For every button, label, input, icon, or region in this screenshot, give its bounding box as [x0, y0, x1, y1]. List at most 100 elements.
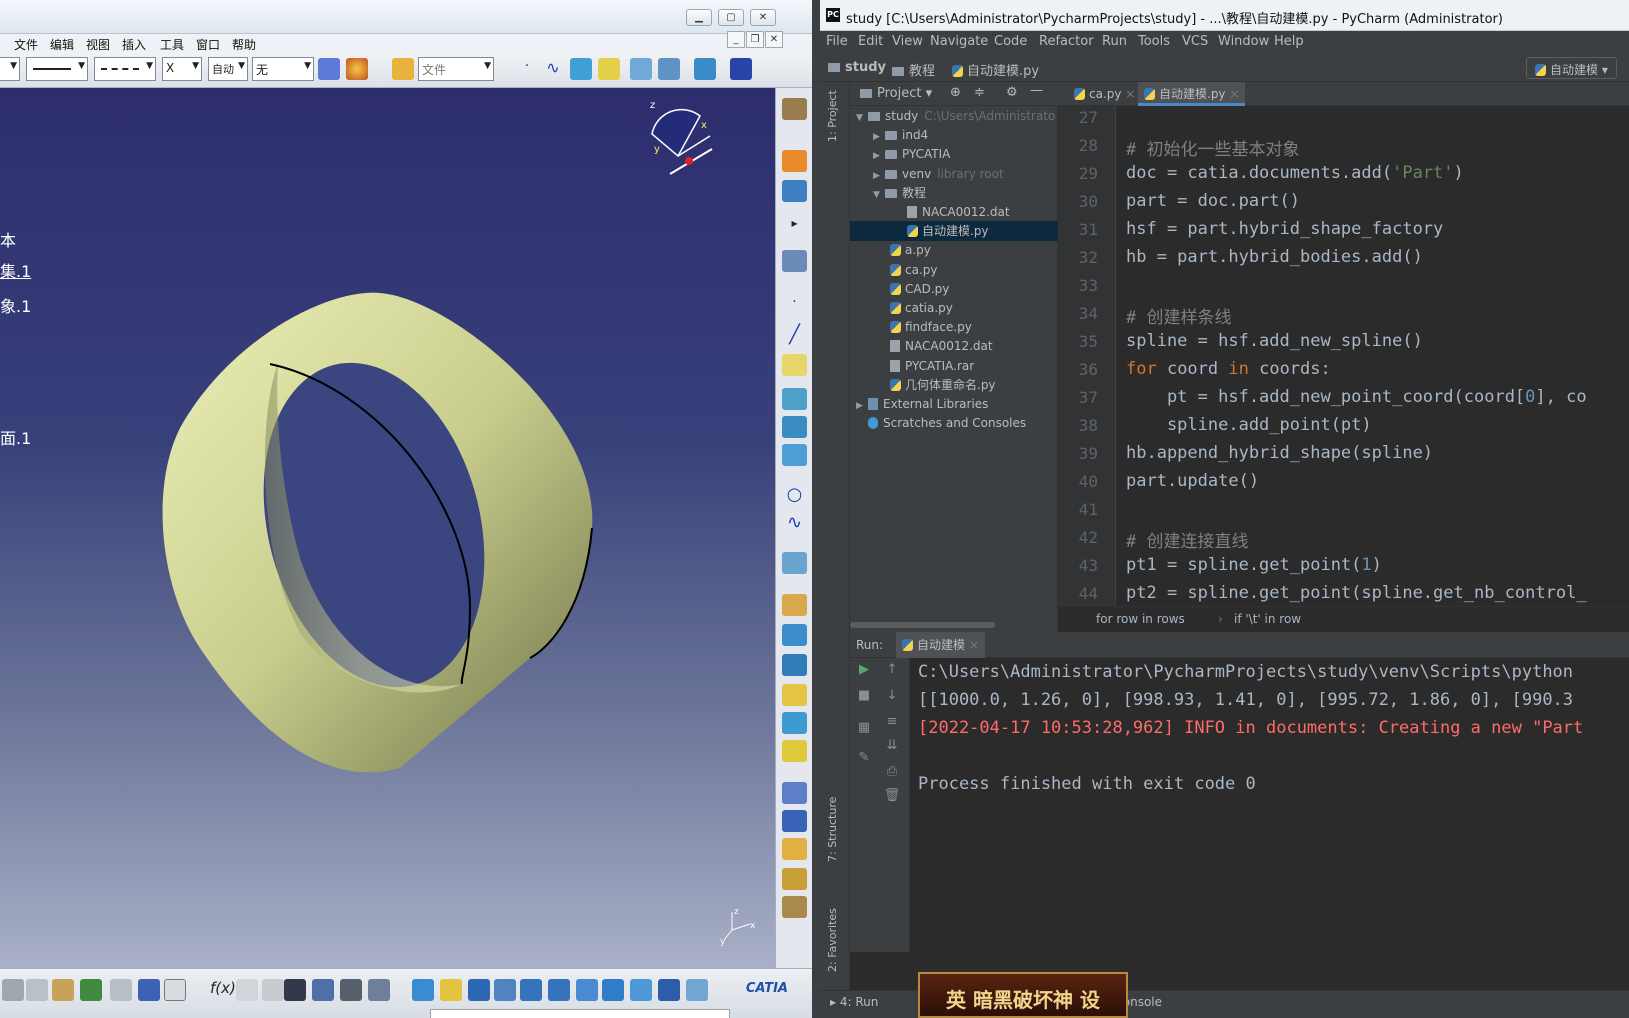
- run-tab[interactable]: 自动建模 ×: [896, 632, 985, 658]
- close-button[interactable]: ✕: [750, 9, 776, 26]
- file-combo[interactable]: 文件 ▼: [418, 57, 494, 81]
- menu-navigate[interactable]: Navigate: [930, 34, 988, 49]
- sweep-icon[interactable]: [782, 444, 807, 466]
- formula-icon[interactable]: f(x): [210, 979, 236, 1001]
- menu-file[interactable]: 文件: [14, 36, 38, 53]
- menu-refactor[interactable]: Refactor: [1039, 34, 1094, 49]
- 3d-viewport[interactable]: 本 集.1 象.1 面.1 z x y z x y: [0, 88, 775, 968]
- breadcrumb-for[interactable]: for row in rows: [1096, 612, 1185, 626]
- breadcrumb-if[interactable]: if '\t' in row: [1234, 612, 1301, 626]
- ring-model[interactable]: [0, 88, 775, 968]
- render-style-icon[interactable]: [658, 979, 680, 1001]
- fly-icon[interactable]: [412, 979, 434, 1001]
- menu-file[interactable]: File: [826, 34, 848, 49]
- soft-wrap-icon[interactable]: ≡: [878, 714, 906, 729]
- spline-tool-icon[interactable]: ∿: [782, 512, 807, 534]
- hide-icon[interactable]: —: [1030, 83, 1043, 98]
- connect-curve-icon[interactable]: [782, 552, 807, 574]
- tree-item[interactable]: NACA0012.dat: [850, 202, 1058, 222]
- tree-item[interactable]: NACA0012.dat: [850, 336, 1058, 356]
- open-folder-icon[interactable]: [392, 58, 414, 80]
- tree-item[interactable]: 几何体重命名.py: [850, 375, 1058, 395]
- tree-icon[interactable]: [312, 979, 334, 1001]
- game-banner[interactable]: 英 暗黑破坏神 设: [918, 972, 1128, 1018]
- tab-auto-model-py[interactable]: 自动建模.py ×: [1138, 82, 1246, 106]
- nav-file[interactable]: 自动建模.py: [952, 60, 1039, 79]
- scroll-down-icon[interactable]: ↓: [878, 688, 906, 703]
- favorites-tool-tab[interactable]: 2: Favorites: [826, 908, 839, 972]
- tab-ca-py[interactable]: ca.py ×: [1068, 82, 1141, 106]
- menu-vcs[interactable]: VCS: [1182, 34, 1208, 49]
- tree-item[interactable]: ▶ PYCATIA: [850, 144, 1058, 164]
- auto-combo[interactable]: 自动 ▼: [208, 57, 248, 81]
- tree-item[interactable]: ▶ venv library root: [850, 164, 1058, 184]
- menu-edit[interactable]: 编辑: [50, 36, 74, 53]
- fill-icon[interactable]: [782, 594, 807, 616]
- redo-icon[interactable]: [110, 979, 132, 1001]
- analysis-icon[interactable]: [782, 868, 807, 890]
- menu-insert[interactable]: 插入: [122, 36, 146, 53]
- trim-icon[interactable]: [782, 740, 807, 762]
- tree-item[interactable]: ▼ study C:\Users\Administrato: [850, 106, 1058, 126]
- point-icon[interactable]: ·: [516, 58, 538, 80]
- close-tab-icon[interactable]: ×: [969, 638, 979, 652]
- close-tab-icon[interactable]: ×: [1229, 87, 1239, 101]
- close-tab-icon[interactable]: ×: [1125, 87, 1135, 101]
- menu-help[interactable]: Help: [1274, 34, 1304, 49]
- calculator-icon[interactable]: [284, 979, 306, 1001]
- hide-show-icon[interactable]: [686, 979, 708, 1001]
- tree-item[interactable]: PYCATIA.rar: [850, 356, 1058, 376]
- mdi-restore-button[interactable]: ❐: [746, 31, 764, 48]
- menu-run[interactable]: Run: [1102, 34, 1127, 49]
- tree-item[interactable]: ▶ ind4: [850, 125, 1058, 145]
- menu-tools[interactable]: Tools: [1138, 34, 1170, 49]
- run-console[interactable]: C:\Users\Administrator\PycharmProjects\s…: [910, 658, 1629, 952]
- view-front-icon[interactable]: [630, 58, 652, 80]
- scroll-up-icon[interactable]: ↑: [878, 662, 906, 677]
- trash-icon[interactable]: 🗑: [878, 788, 906, 803]
- line-tool-icon[interactable]: ╱: [782, 324, 807, 346]
- rotate-icon[interactable]: [494, 979, 516, 1001]
- rerun-icon[interactable]: ▶: [850, 662, 878, 677]
- pan-icon[interactable]: [468, 979, 490, 1001]
- tree-item[interactable]: ▼ 教程: [850, 183, 1058, 203]
- menu-view[interactable]: 视图: [86, 36, 110, 53]
- transform-icon[interactable]: [782, 782, 807, 804]
- paste-icon[interactable]: [52, 979, 74, 1001]
- view-iso-icon[interactable]: [658, 58, 680, 80]
- sketch-icon[interactable]: [782, 98, 807, 120]
- offset-icon[interactable]: [782, 654, 807, 676]
- split-icon[interactable]: [782, 712, 807, 734]
- none-combo[interactable]: 无 ▼: [252, 57, 314, 81]
- tree-item[interactable]: Scratches and Consoles: [850, 413, 1058, 433]
- lock-icon[interactable]: [340, 979, 362, 1001]
- line-style-combo[interactable]: ▼: [26, 57, 88, 81]
- maximize-button[interactable]: ▢: [718, 9, 744, 26]
- first-combo[interactable]: ▼: [0, 57, 20, 81]
- point-tool-icon[interactable]: ·: [782, 294, 807, 316]
- blend-icon[interactable]: [782, 624, 807, 646]
- tree-item[interactable]: 自动建模.py: [850, 221, 1058, 242]
- snap-icon[interactable]: [782, 180, 807, 202]
- tree-item[interactable]: ▶ External Libraries: [850, 394, 1058, 414]
- tree-item[interactable]: ca.py: [850, 260, 1058, 280]
- fit-all-icon[interactable]: [440, 979, 462, 1001]
- zoom-out-icon[interactable]: [548, 979, 570, 1001]
- tools-icon[interactable]: [782, 896, 807, 918]
- select-arrow-icon[interactable]: [782, 150, 807, 172]
- compass-icon[interactable]: z x y: [640, 94, 720, 184]
- tree-item[interactable]: CAD.py: [850, 279, 1058, 299]
- scroll-end-icon[interactable]: ⇊: [878, 738, 906, 753]
- help-icon[interactable]: [138, 979, 160, 1001]
- point-style-combo[interactable]: X ▼: [162, 57, 202, 81]
- measure-icon[interactable]: [782, 838, 807, 860]
- sketcher-icon[interactable]: [782, 250, 807, 272]
- project-view-selector[interactable]: Project ▾: [860, 86, 932, 101]
- extrude-icon[interactable]: [782, 388, 807, 410]
- run-tool-button[interactable]: ▸ 4: Run: [830, 995, 878, 1009]
- horizontal-scrollbar[interactable]: [850, 622, 995, 628]
- stop-icon[interactable]: ■: [850, 688, 878, 703]
- undo-icon[interactable]: [80, 979, 102, 1001]
- plane-tool-icon[interactable]: [782, 354, 807, 376]
- table-icon[interactable]: [730, 58, 752, 80]
